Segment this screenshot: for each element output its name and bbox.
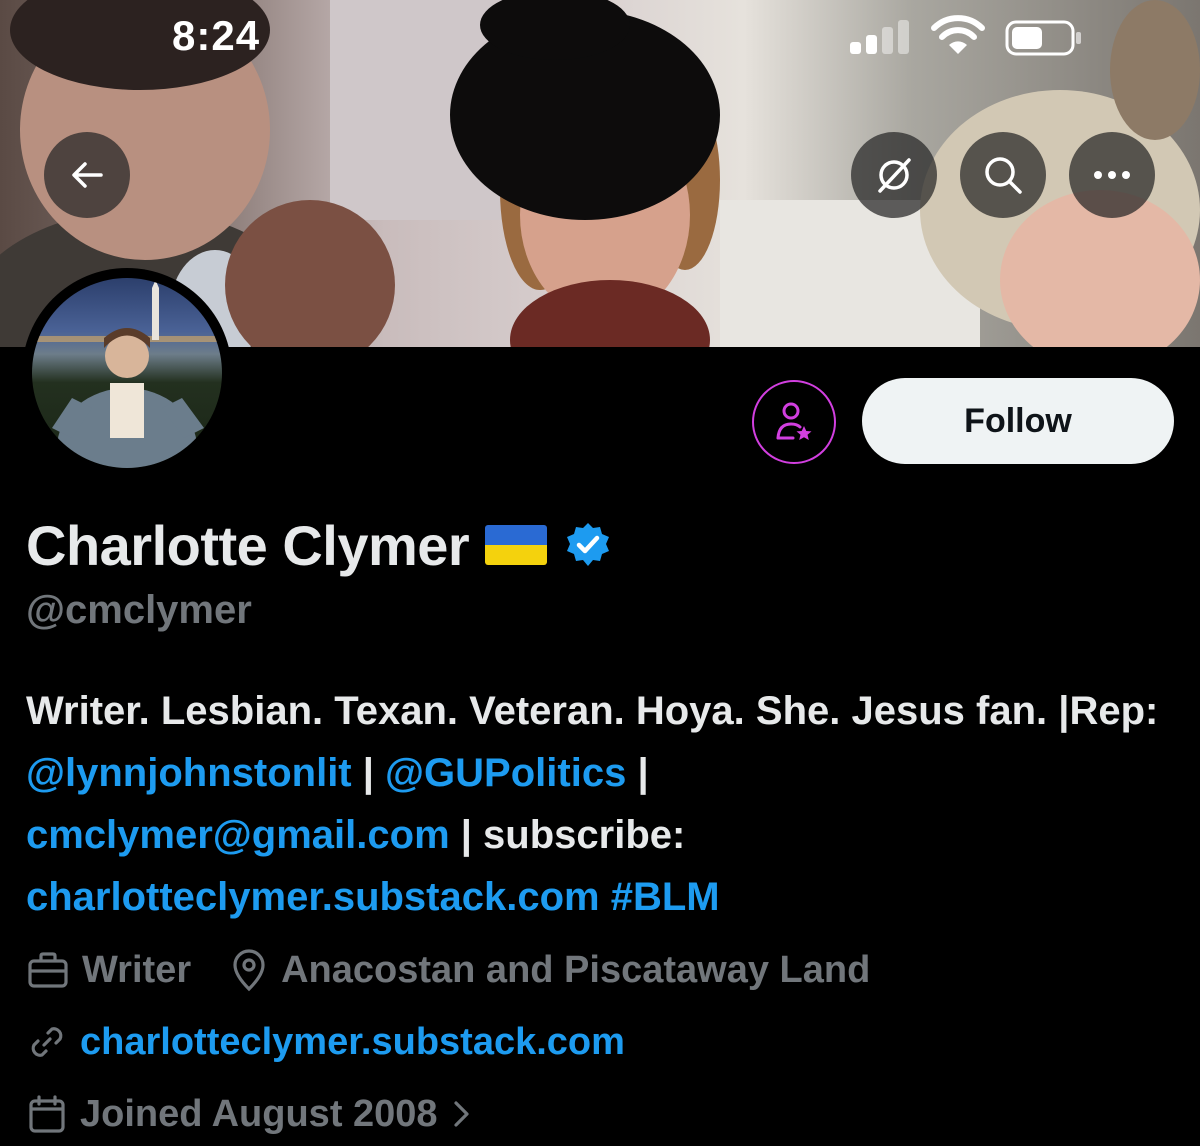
profile-joined-row: Joined August 2008	[26, 1084, 512, 1144]
profession-text: Writer	[82, 948, 192, 991]
search-icon	[985, 157, 1022, 194]
location-item: Anacostan and Piscataway Land	[229, 948, 870, 992]
profile-bio: Writer. Lesbian. Texan. Veteran. Hoya. S…	[26, 680, 1186, 928]
more-horizontal-icon	[1094, 171, 1130, 179]
profile-name-row: Charlotte Clymer	[26, 505, 613, 585]
email-link[interactable]: cmclymer@gmail.com	[26, 813, 450, 857]
battery-icon	[1005, 20, 1081, 56]
grok-icon	[878, 158, 911, 193]
chevron-right-icon	[453, 1101, 469, 1127]
back-button[interactable]	[44, 132, 130, 218]
profile-page: 8:24 Follow Charlotte Clymer @cmclymer W…	[0, 0, 1200, 1146]
bio-separator: |	[351, 751, 386, 795]
verified-badge-icon[interactable]	[563, 520, 613, 570]
bio-text: | subscribe:	[449, 813, 686, 857]
location-text: Anacostan and Piscataway Land	[281, 948, 871, 991]
briefcase-icon	[28, 952, 68, 988]
display-name: Charlotte Clymer	[26, 513, 470, 577]
cellular-signal-icon	[850, 18, 912, 54]
grok-button[interactable]	[851, 132, 937, 218]
website-link[interactable]: charlotteclymer.substack.com	[80, 1021, 625, 1064]
arrow-left-icon	[72, 162, 103, 188]
profession-item: Writer	[26, 949, 191, 992]
ukraine-flag-icon	[485, 525, 548, 565]
mention-link[interactable]: @lynnjohnstonlit	[26, 751, 352, 795]
bio-text: Writer. Lesbian. Texan. Veteran. Hoya. S…	[26, 689, 1159, 733]
link-icon	[31, 1027, 63, 1057]
bio-url-link[interactable]: charlotteclymer.substack.com	[26, 875, 600, 919]
search-button[interactable]	[960, 132, 1046, 218]
subscribe-button[interactable]	[752, 380, 836, 464]
hashtag-link[interactable]: #BLM	[611, 875, 720, 919]
calendar-icon	[29, 1095, 65, 1133]
profile-handle: @cmclymer	[26, 588, 252, 632]
joined-item[interactable]: Joined August 2008	[26, 1093, 474, 1136]
avatar[interactable]	[22, 268, 232, 478]
follow-button[interactable]: Follow	[862, 378, 1174, 464]
joined-text: Joined August 2008	[80, 1092, 438, 1135]
more-button[interactable]	[1069, 132, 1155, 218]
status-time: 8:24	[172, 12, 261, 59]
avatar-image	[32, 278, 222, 468]
wifi-icon	[931, 15, 985, 54]
profile-meta-row: Writer Anacostan and Piscataway Land	[26, 940, 908, 1000]
person-star-icon	[776, 402, 812, 440]
location-pin-icon	[233, 949, 265, 992]
mention-link[interactable]: @GUPolitics	[385, 751, 626, 795]
profile-website-row: charlotteclymer.substack.com	[26, 1012, 663, 1072]
bio-space	[600, 875, 611, 919]
website-item[interactable]: charlotteclymer.substack.com	[26, 1021, 625, 1064]
bio-separator: |	[626, 751, 649, 795]
